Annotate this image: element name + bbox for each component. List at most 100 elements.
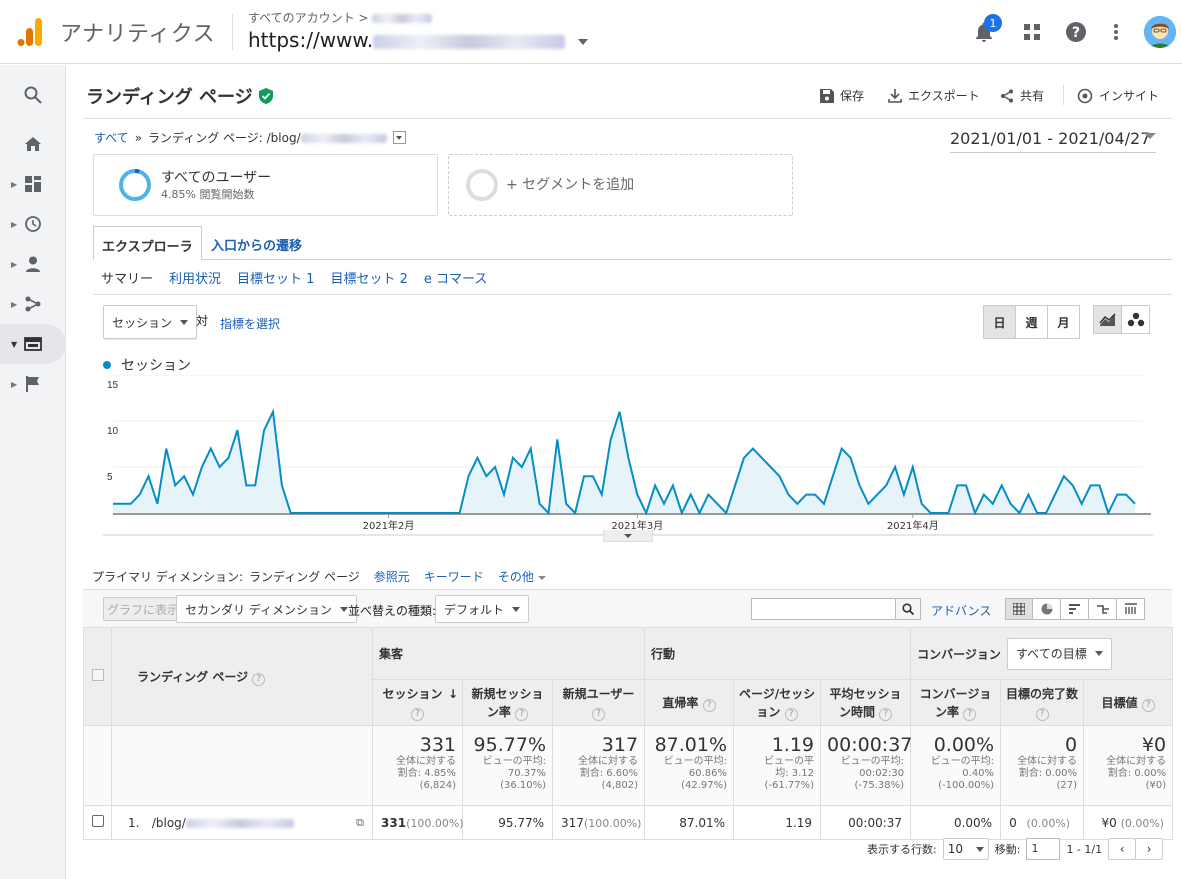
pagination: 表示する行数: 10 移動: 1 1 - 1/1 ‹ › [867, 838, 1164, 860]
subtab-goal-set-2[interactable]: 目標セット 2 [330, 268, 407, 287]
total-sessions: 331 全体に対する 割合: 4.85% (6,824) [372, 725, 463, 806]
breadcrumb-dropdown[interactable] [392, 131, 406, 144]
prev-page-button[interactable]: ‹ [1108, 838, 1137, 860]
acquisition-branch-icon[interactable]: ▶ [0, 284, 66, 324]
pie-view-icon[interactable] [1033, 598, 1061, 620]
primary-dimension-bar: プライマリ ディメンション: ランディング ページ 参照元 キーワード その他 [92, 568, 546, 585]
month-button[interactable]: 月 [1047, 305, 1080, 339]
goto-page-input[interactable]: 1 [1026, 838, 1061, 860]
user-avatar[interactable] [1144, 16, 1176, 48]
export-button[interactable]: エクスポート [888, 87, 980, 104]
home-icon[interactable] [0, 124, 66, 164]
share-button[interactable]: 共有 [1000, 87, 1044, 104]
insights-button[interactable]: インサイト [1077, 87, 1159, 104]
col-goal-completions[interactable]: 目標の完了数? [1000, 679, 1085, 726]
subtab-goal-set-1[interactable]: 目標セット 1 [237, 268, 314, 287]
notifications-bell-icon[interactable]: 1 [972, 14, 1002, 44]
granularity-toggle: 日 週 月 [983, 305, 1080, 339]
col-new-users[interactable]: 新規ユーザー? [551, 679, 646, 726]
verified-shield-icon [258, 88, 273, 104]
total-new-users: 317 全体に対する 割合: 6.60% (4,802) [551, 725, 646, 806]
chart-collapse-handle[interactable] [603, 530, 653, 542]
x-tick-label: 2021年2月 [363, 519, 415, 532]
legend-dot [103, 361, 111, 369]
realtime-clock-icon[interactable]: ▶ [0, 204, 66, 244]
account-breadcrumb[interactable]: すべてのアカウント > [248, 9, 433, 26]
total-avg-duration: 00:00:37 ビューの平均: 00:02:30 (-75.38%) [820, 725, 912, 806]
segment-empty-ring-icon [466, 169, 498, 201]
conversion-group-header: コンバージョン すべての目標 [910, 627, 1174, 680]
dimension-header[interactable]: ランディング ページ ? [111, 627, 373, 726]
search-icon[interactable] [895, 598, 921, 620]
row-goal-value: ¥0 (0.00%) [1083, 805, 1174, 840]
dimension-other-link[interactable]: その他 [498, 568, 546, 585]
breadcrumb: すべて » ランディング ページ: /blog/ [94, 129, 406, 146]
secondary-dimension-select[interactable]: セカンダリ ディメンション [176, 595, 357, 623]
plot-rows-button[interactable]: グラフに表示 [103, 597, 184, 621]
date-range-picker[interactable]: 2021/01/01 - 2021/04/27 [950, 129, 1156, 153]
col-new-session-rate[interactable]: 新規セッション率 ? [462, 679, 553, 726]
table-view-toggle [1005, 598, 1145, 620]
conversions-flag-icon[interactable]: ▶ [0, 364, 66, 404]
metric-select[interactable]: セッション [103, 305, 198, 339]
acquisition-group-header: 集客 [371, 627, 646, 680]
save-button[interactable]: 保存 [820, 87, 864, 104]
help-icon[interactable]: ? [1064, 20, 1088, 44]
top-bar: アナリティクス すべてのアカウント > https://www. 1 ? [0, 0, 1182, 64]
sort-type-select[interactable]: デフォルト [435, 595, 530, 623]
performance-view-icon[interactable] [1061, 598, 1089, 620]
comparison-view-icon[interactable] [1089, 598, 1117, 620]
col-sessions[interactable]: セッション ↓? [372, 679, 463, 726]
row-avg-duration: 00:00:37 [820, 805, 912, 840]
property-selector[interactable]: https://www. [248, 28, 588, 52]
dimension-keyword-link[interactable]: キーワード [424, 568, 484, 585]
export-icon [888, 88, 902, 103]
day-button[interactable]: 日 [983, 305, 1016, 339]
totals-row: 331 全体に対する 割合: 4.85% (6,824) 95.77% ビューの平均: 7… [83, 725, 1174, 806]
app-name: アナリティクス [60, 22, 216, 47]
table-row: 1. /blog/ ⧉ 331(100.00%) 95.77% 317(100.… [83, 805, 1174, 840]
choose-metric-link[interactable]: 指標を選択 [220, 315, 280, 332]
breadcrumb-all-link[interactable]: すべて [94, 129, 129, 146]
col-bounce-rate[interactable]: 直帰率 ? [644, 679, 735, 726]
row-sessions: 331(100.00%) [372, 805, 464, 840]
y-tick-label: 15 [107, 380, 119, 391]
page-title: ランディング ページ [86, 83, 273, 109]
customization-dashboard-icon[interactable]: ▶ [0, 164, 66, 204]
divider [232, 14, 233, 50]
more-vert-icon[interactable] [1104, 20, 1128, 44]
tab-explorer[interactable]: エクスプローラ [93, 226, 202, 260]
row-checkbox[interactable] [91, 815, 104, 827]
tab-entrance-paths[interactable]: 入口からの遷移 [203, 226, 310, 260]
table-search-input[interactable] [751, 598, 896, 620]
row-page-link[interactable]: /blog/ [152, 816, 294, 830]
col-pages-per-session[interactable]: ページ/セッション ? [733, 679, 822, 726]
add-segment-button[interactable]: + セグメントを追加 [448, 154, 793, 216]
table-view-icon[interactable] [1005, 598, 1033, 620]
pivot-view-icon[interactable] [1117, 598, 1145, 620]
rows-per-page-select[interactable]: 10 [942, 838, 989, 860]
main-content: ランディング ページ 保存 エクスポート 共有 インサイト すべて » ランディ… [66, 65, 1182, 879]
week-button[interactable]: 週 [1015, 305, 1048, 339]
next-page-button[interactable]: › [1135, 838, 1164, 860]
col-conversion-rate[interactable]: コンバージョン率 ? [910, 679, 1002, 726]
col-goal-value[interactable]: 目標値 ? [1083, 679, 1174, 726]
motion-chart-icon[interactable] [1121, 305, 1150, 334]
goal-select[interactable]: すべての目標 [1007, 637, 1112, 670]
line-chart-icon[interactable] [1093, 305, 1122, 334]
search-icon[interactable] [0, 75, 66, 115]
col-avg-session-duration[interactable]: 平均セッション時間 ? [820, 679, 912, 726]
select-all-checkbox[interactable] [91, 669, 104, 681]
dimension-referrer-link[interactable]: 参照元 [374, 568, 410, 585]
open-page-icon[interactable]: ⧉ [356, 816, 364, 830]
legend-label: セッション [121, 358, 191, 374]
behavior-icon[interactable]: ▼ [0, 324, 66, 364]
subtab-summary[interactable]: サマリー [101, 268, 153, 287]
subtab-usage[interactable]: 利用状況 [169, 268, 221, 287]
apps-grid-icon[interactable] [1020, 20, 1044, 44]
subtab-ecommerce[interactable]: e コマース [424, 268, 487, 287]
segment-all-users[interactable]: すべてのユーザー 4.85% 閲覧開始数 [93, 154, 438, 216]
total-goal-value: ¥0 全体に対する 割合: 0.00% (¥0) [1083, 725, 1174, 806]
audience-person-icon[interactable]: ▶ [0, 244, 66, 284]
advanced-filter-link[interactable]: アドバンス [931, 602, 991, 619]
